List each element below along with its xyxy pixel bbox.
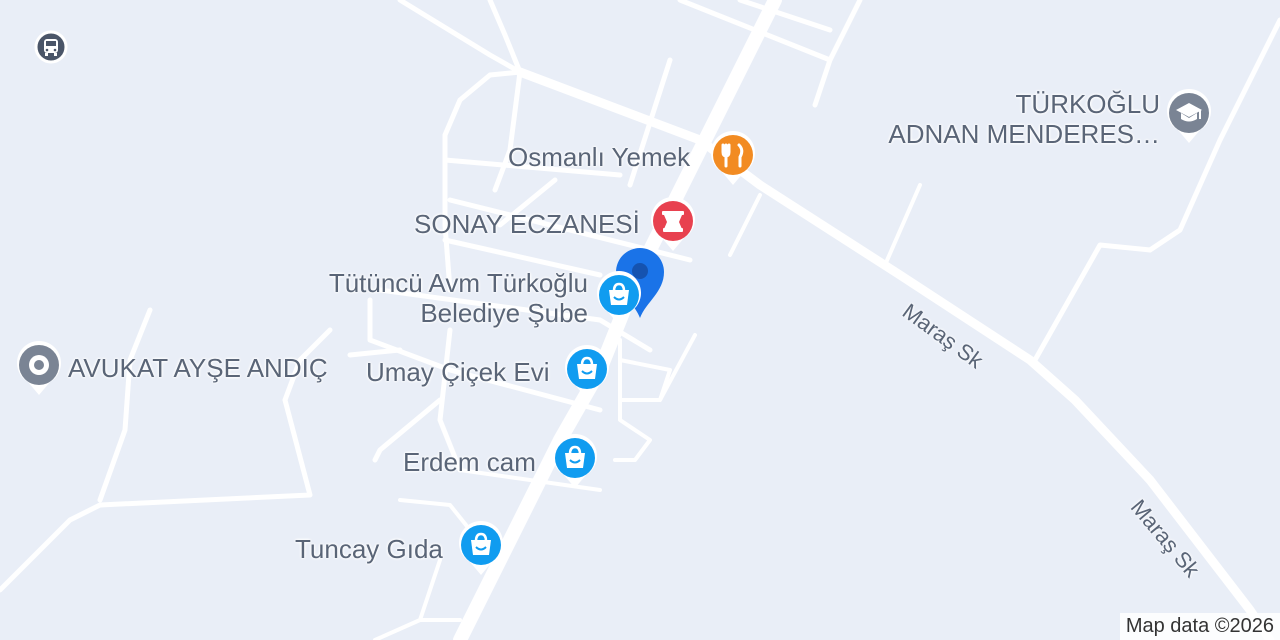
- place-label-pharmacy[interactable]: SONAY ECZANESİ: [414, 209, 640, 239]
- place-label-flowers[interactable]: Umay Çiçek Evi: [366, 357, 549, 387]
- bus-stop-pin[interactable]: [34, 30, 68, 64]
- map-attribution: Map data ©2026: [1119, 613, 1280, 640]
- glass-pin[interactable]: [550, 433, 598, 493]
- place-label-school[interactable]: TÜRKOĞLU ADNAN MENDERES…: [880, 89, 1160, 149]
- place-icon: [29, 355, 49, 375]
- lawyer-pin[interactable]: [14, 340, 62, 400]
- place-label-lawyer[interactable]: AVUKAT AYŞE ANDIÇ: [68, 353, 328, 383]
- map-canvas[interactable]: Osmanlı Yemek SONAY ECZANESİ Tütüncü Avm…: [0, 0, 1280, 640]
- grocery-pin[interactable]: [456, 520, 504, 580]
- mall-pin[interactable]: [594, 270, 642, 330]
- flowers-pin[interactable]: [562, 344, 610, 404]
- place-label-grocery[interactable]: Tuncay Gıda: [295, 534, 443, 564]
- place-label-glass[interactable]: Erdem cam: [403, 447, 536, 477]
- place-label-mall[interactable]: Tütüncü Avm Türkoğlu Belediye Şube: [306, 268, 588, 328]
- bus-icon: [34, 30, 68, 64]
- place-label-restaurant[interactable]: Osmanlı Yemek: [508, 142, 690, 172]
- school-pin[interactable]: [1164, 88, 1212, 148]
- restaurant-pin[interactable]: [708, 130, 756, 190]
